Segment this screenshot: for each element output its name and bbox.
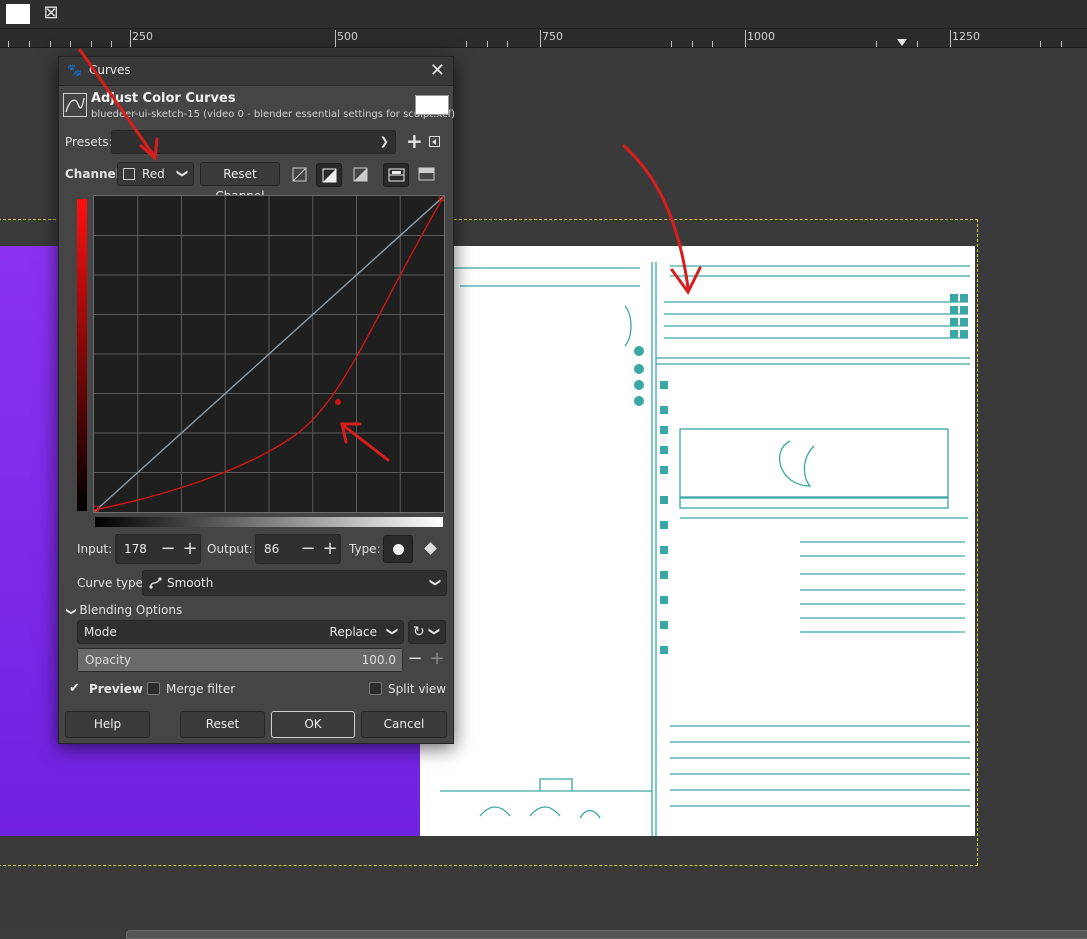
chevron-down-icon: ❯ <box>385 626 399 637</box>
input-label: Input: <box>77 542 113 556</box>
curve-type-label: Curve type: <box>77 576 148 590</box>
output-spinner[interactable]: 86 − + <box>255 534 341 564</box>
reset-button[interactable]: Reset <box>180 711 265 738</box>
curve-control-point <box>335 399 341 405</box>
opacity-value: 100.0 <box>361 653 396 667</box>
split-view-checkbox[interactable] <box>369 682 382 695</box>
smooth-point-icon[interactable] <box>383 535 413 563</box>
split-view-label: Split view <box>388 682 447 696</box>
output-label: Output: <box>207 542 253 556</box>
type-label: Type: <box>349 542 381 556</box>
plus-icon[interactable]: + <box>427 645 447 673</box>
checkmark-icon: ✔ <box>69 681 80 696</box>
merge-filter-checkbox[interactable] <box>147 682 160 695</box>
input-gradient-bar <box>95 517 443 527</box>
curves-graph[interactable] <box>93 195 445 513</box>
curve-type-value: Smooth <box>167 576 214 590</box>
input-spinner[interactable]: 178 − + <box>115 534 201 564</box>
minus-icon[interactable]: − <box>298 535 318 563</box>
output-value[interactable]: 86 <box>264 542 279 556</box>
corner-point-icon[interactable] <box>417 535 445 563</box>
composite-mode-combo[interactable]: ↻ ❯ <box>408 620 446 644</box>
help-button[interactable]: Help <box>65 711 150 738</box>
chevron-down-icon: ❯ <box>428 577 442 588</box>
horizontal-scrollbar[interactable] <box>126 930 1087 939</box>
chevron-down-icon: ❯ <box>65 607 77 616</box>
smooth-curve-icon <box>148 575 162 591</box>
preview-label: Preview <box>89 682 144 696</box>
plus-icon[interactable]: + <box>320 535 340 563</box>
output-gradient-bar <box>77 199 87 511</box>
opacity-slider[interactable]: Opacity 100.0 <box>77 648 403 672</box>
minus-icon[interactable]: − <box>405 645 425 673</box>
channel-annotation-arrow <box>78 48 159 161</box>
merge-filter-label: Merge filter <box>166 682 236 696</box>
composite-mode-icon: ↻ <box>413 624 425 640</box>
chevron-down-icon: ❯ <box>427 626 441 637</box>
ok-button[interactable]: OK <box>271 711 355 738</box>
opacity-label: Opacity <box>85 653 132 667</box>
mode-value: Replace <box>329 625 377 639</box>
blending-options-label: Blending Options <box>79 603 183 617</box>
blending-options-toggle[interactable]: ❯ Blending Options <box>65 603 183 617</box>
plus-icon[interactable]: + <box>180 535 200 563</box>
input-value[interactable]: 178 <box>124 542 147 556</box>
blend-mode-combo[interactable]: Mode Replace ❯ <box>77 620 404 644</box>
minus-icon[interactable]: − <box>158 535 178 563</box>
mode-label: Mode <box>84 625 117 639</box>
curve-type-combo[interactable]: Smooth ❯ <box>142 570 447 596</box>
cancel-button[interactable]: Cancel <box>361 711 447 738</box>
